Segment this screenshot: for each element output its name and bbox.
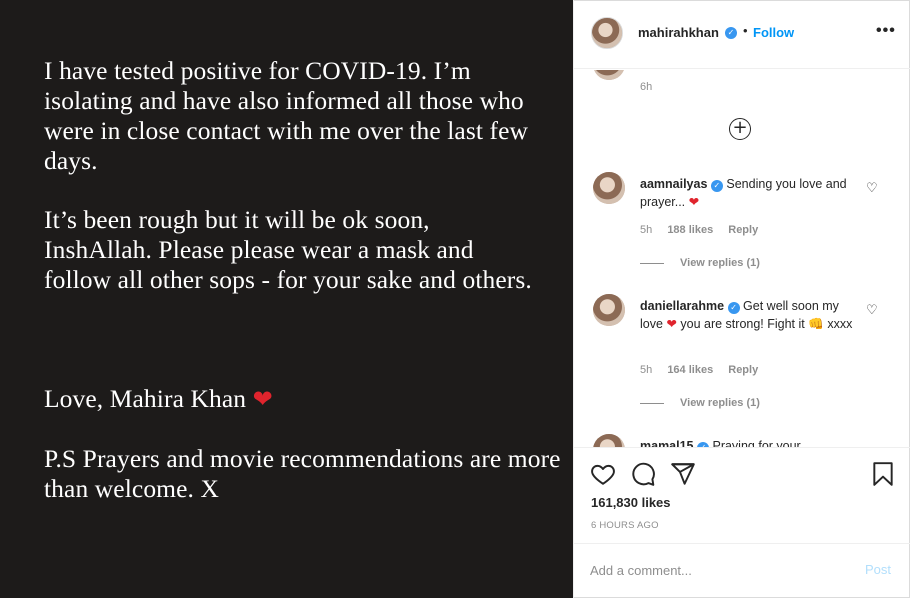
more-options-icon[interactable]: ••• [876, 22, 896, 40]
verified-badge-icon: ✓ [727, 302, 740, 314]
comment-likes[interactable]: 164 likes [667, 364, 713, 376]
post-image-text-paragraph-2: It’s been rough but it will be ok soon, … [44, 205, 532, 294]
comment-meta: 5h 188 likes Reply [640, 224, 770, 236]
view-replies-divider [640, 262, 664, 264]
reply-button[interactable]: Reply [728, 224, 758, 236]
author-avatar[interactable] [591, 17, 623, 49]
add-comment-input[interactable] [590, 560, 830, 580]
comment-avatar[interactable] [593, 172, 625, 204]
like-comment-heart-icon[interactable]: ♡ [866, 303, 878, 318]
author-username[interactable]: mahirahkhan [638, 25, 719, 40]
follow-button[interactable]: Follow [753, 25, 794, 40]
like-comment-heart-icon[interactable]: ♡ [866, 181, 878, 196]
post-header: mahirahkhan ✓ • Follow ••• [574, 0, 910, 69]
comment-bubble-icon[interactable] [630, 461, 656, 487]
add-comment-bar: Post [574, 543, 910, 598]
red-heart-emoji: ❤ [252, 385, 273, 413]
post-comment-button[interactable]: Post [865, 562, 891, 577]
verified-badge-icon: ✓ [725, 27, 737, 39]
red-heart-emoji: ❤ [688, 194, 700, 209]
comment-time: 5h [640, 364, 653, 376]
load-more-comments-icon[interactable]: + [729, 118, 751, 140]
comment-username[interactable]: aamnailyas [640, 177, 707, 191]
comment-body: Praying for your [712, 439, 801, 447]
view-replies-divider [640, 402, 664, 404]
fist-emoji: 👊 [808, 317, 824, 331]
share-send-icon[interactable] [670, 461, 696, 487]
header-separator: • [743, 23, 748, 38]
verified-badge-icon: ✓ [710, 180, 723, 192]
comment-body: you are strong! Fight it [680, 317, 805, 331]
comment-username[interactable]: daniellarahme [640, 299, 724, 313]
comment-avatar[interactable] [593, 434, 625, 447]
comment-time: 5h [640, 224, 653, 236]
post-image: I have tested positive for COVID-19. I’m… [0, 0, 573, 598]
view-replies-button[interactable]: View replies (1) [640, 397, 760, 409]
post-image-text-ps: P.S Prayers and movie recommendations ar… [44, 444, 561, 503]
like-heart-icon[interactable] [590, 461, 616, 487]
comment-avatar[interactable] [593, 294, 625, 326]
post-timestamp[interactable]: 6 HOURS AGO [591, 520, 659, 531]
post-likes-count[interactable]: 161,830 likes [591, 495, 671, 510]
signoff-text: Love, Mahira Khan [44, 384, 247, 413]
post-image-text-paragraph-1: I have tested positive for COVID-19. I’m… [44, 56, 529, 175]
comment-avatar[interactable] [593, 70, 625, 80]
post-side-panel: mahirahkhan ✓ • Follow ••• 6h + aamnaily… [573, 0, 910, 598]
save-bookmark-icon[interactable] [870, 461, 896, 487]
comment-username[interactable]: mamal15 [640, 439, 694, 447]
view-replies-label: View replies (1) [680, 257, 760, 269]
comments-list[interactable]: 6h + aamnailyas ✓ Sending you love and p… [574, 70, 910, 447]
comment-body: xxxx [827, 317, 853, 331]
comment-text: daniellarahme ✓ Get well soon my love ❤ … [640, 297, 858, 333]
comment-time: 6h [640, 81, 653, 93]
post-actions: 161,830 likes 6 HOURS AGO [574, 447, 910, 543]
view-replies-label: View replies (1) [680, 397, 760, 409]
comment-meta: 5h 164 likes Reply [640, 364, 770, 376]
comment-text: mamal15 ✓ Praying for your [640, 437, 858, 447]
comment-text: aamnailyas ✓ Sending you love and prayer… [640, 175, 858, 211]
view-replies-button[interactable]: View replies (1) [640, 257, 760, 269]
reply-button[interactable]: Reply [728, 364, 758, 376]
red-heart-emoji: ❤ [666, 316, 677, 331]
post-image-text-signoff: Love, Mahira Khan ❤ [44, 384, 544, 414]
comment-likes[interactable]: 188 likes [667, 224, 713, 236]
